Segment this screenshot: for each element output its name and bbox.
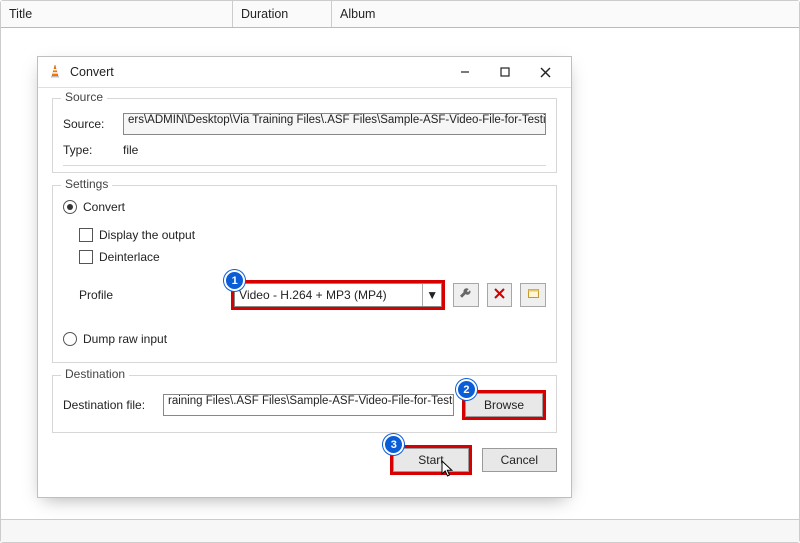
radio-off-icon (63, 332, 77, 346)
dialog-title: Convert (70, 65, 114, 79)
browse-button[interactable]: Browse (465, 393, 543, 417)
column-header-title[interactable]: Title (1, 1, 233, 27)
checkbox-icon (79, 228, 93, 242)
source-legend: Source (61, 90, 107, 104)
cancel-button[interactable]: Cancel (482, 448, 557, 472)
convert-radio[interactable]: Convert (63, 200, 125, 214)
cursor-icon (441, 460, 455, 478)
divider (63, 165, 546, 166)
source-group: Source Source: ers\ADMIN\Desktop\Via Tra… (52, 98, 557, 173)
edit-profile-button[interactable] (453, 283, 479, 307)
new-profile-button[interactable] (520, 283, 546, 307)
destination-legend: Destination (61, 367, 129, 381)
maximize-button[interactable] (485, 58, 525, 86)
checkbox-icon (79, 250, 93, 264)
dialog-action-row: Start 3 Cancel (52, 445, 557, 475)
display-output-checkbox[interactable]: Display the output (79, 228, 195, 242)
profile-label: Profile (79, 288, 143, 302)
wrench-icon (459, 287, 472, 303)
settings-legend: Settings (61, 177, 112, 191)
source-input[interactable]: ers\ADMIN\Desktop\Via Training Files\.AS… (123, 113, 546, 135)
destination-file-label: Destination file: (63, 398, 155, 412)
close-button[interactable] (525, 58, 565, 86)
display-output-label: Display the output (99, 228, 195, 242)
dump-raw-label: Dump raw input (83, 332, 167, 346)
destination-group: Destination Destination file: raining Fi… (52, 375, 557, 433)
profile-combo-value: Video - H.264 + MP3 (MP4) (239, 288, 387, 302)
annotation-badge-2: 2 (456, 379, 477, 400)
start-button[interactable]: Start (393, 448, 468, 472)
chevron-down-icon: ▼ (422, 284, 441, 306)
minimize-button[interactable] (445, 58, 485, 86)
annotation-highlight-browse: Browse 2 (462, 390, 546, 420)
convert-radio-label: Convert (83, 200, 125, 214)
radio-on-icon (63, 200, 77, 214)
background-window: Title Duration Album Convert Source Sour… (0, 0, 800, 543)
destination-file-input[interactable]: raining Files\.ASF Files\Sample-ASF-Vide… (163, 394, 454, 416)
annotation-highlight-start: Start 3 (390, 445, 471, 475)
convert-dialog: Convert Source Source: ers\ADMIN\Desktop… (37, 56, 572, 498)
new-profile-icon (527, 287, 540, 303)
settings-group: Settings Convert Display the output (52, 185, 557, 363)
dialog-titlebar[interactable]: Convert (38, 57, 571, 88)
status-bar (1, 519, 799, 542)
dump-raw-radio[interactable]: Dump raw input (63, 332, 167, 346)
x-red-icon (494, 288, 505, 302)
annotation-highlight-profile: Video - H.264 + MP3 (MP4) ▼ 1 (231, 280, 445, 310)
type-value: file (123, 143, 138, 157)
profile-combo[interactable]: Video - H.264 + MP3 (MP4) ▼ (234, 283, 442, 307)
column-header-album[interactable]: Album (332, 1, 799, 27)
vlc-cone-icon (48, 64, 62, 81)
type-label: Type: (63, 143, 115, 157)
deinterlace-label: Deinterlace (99, 250, 160, 264)
table-header-row: Title Duration Album (1, 1, 799, 28)
source-label: Source: (63, 117, 115, 131)
deinterlace-checkbox[interactable]: Deinterlace (79, 250, 160, 264)
column-header-duration[interactable]: Duration (233, 1, 332, 27)
delete-profile-button[interactable] (487, 283, 513, 307)
